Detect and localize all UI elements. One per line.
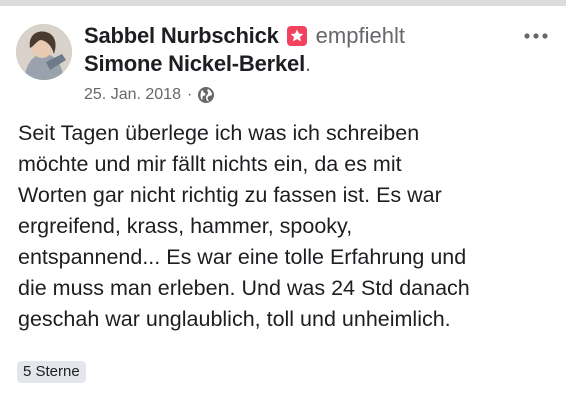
- target-period: .: [305, 51, 312, 76]
- avatar-photo: [16, 24, 72, 80]
- meta-separator: ·: [186, 86, 193, 103]
- post-text-line: entspannend... Es war eine tolle Erfahru…: [18, 245, 467, 269]
- post-text-line: Seit Tagen überlege ich was ich schreibe…: [18, 121, 420, 145]
- recommended-page[interactable]: Simone Nickel-Berkel: [84, 51, 305, 77]
- recommendation-action: empfiehlt: [315, 23, 405, 48]
- recommendation-icon: [286, 25, 308, 47]
- post-text-line: Worten gar nicht richtig zu fassen ist. …: [18, 183, 442, 207]
- globe-icon[interactable]: [197, 86, 215, 104]
- more-options-icon: [524, 33, 548, 39]
- post-text-line: geschah war unglaublich, toll und unheim…: [18, 307, 451, 331]
- post-text-line: die muss man erleben. Und was 24 Std dan…: [18, 276, 470, 300]
- post-body: Seit Tagen überlege ich was ich schreibe…: [18, 118, 554, 335]
- avatar[interactable]: [16, 24, 72, 80]
- top-divider: [0, 0, 566, 6]
- post-text-line: möchte und mir fällt nichts ein, da es m…: [18, 152, 402, 176]
- post-text-line: ergreifend, krass, hammer, spooky,: [18, 214, 353, 238]
- post-date[interactable]: 25. Jan. 2018: [84, 86, 181, 104]
- rating-badge: 5 Sterne: [17, 361, 86, 383]
- author-name[interactable]: Sabbel Nurbschick: [84, 23, 279, 49]
- more-options-button[interactable]: [520, 24, 552, 48]
